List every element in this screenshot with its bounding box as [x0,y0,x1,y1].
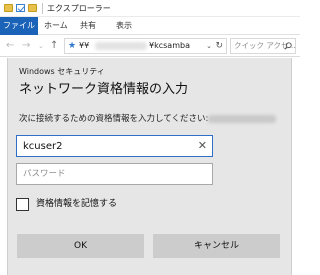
quick-access-star-icon: ★ [68,41,77,51]
username-field[interactable]: ✕ [16,135,213,157]
tab-file[interactable]: ファイル [0,17,38,35]
redacted-target-server [208,115,276,123]
dialog-caption: Windows セキュリティ [19,67,105,76]
dialog-heading: ネットワーク資格情報の入力 [19,82,189,97]
address-path-prefix: ¥¥ [79,41,90,50]
password-input[interactable] [23,166,203,182]
back-arrow-icon[interactable]: ← [6,39,14,53]
navigation-bar: ← → ⌄ ↑ ★ ¥¥ ¥kcsamba ⌄ ↻ クイック アクセ... [0,35,300,57]
address-bar[interactable]: ★ ¥¥ ¥kcsamba ⌄ ↻ [64,38,227,54]
explorer-title-bar: エクスプローラー [0,0,300,17]
remember-checkbox[interactable] [16,198,29,211]
address-dropdown-chevron-icon[interactable]: ⌄ [206,40,212,52]
forward-arrow-icon[interactable]: → [22,39,30,53]
clear-icon[interactable]: ✕ [198,138,207,154]
dialog-instruction: 次に接続するための資格情報を入力してください: [19,114,209,124]
ok-button[interactable]: OK [17,234,144,258]
title-separator [42,3,43,14]
redacted-server-name [95,42,147,50]
recent-locations-chevron-icon[interactable]: ⌄ [38,39,44,53]
tab-home[interactable]: ホーム [44,17,68,35]
new-folder-icon[interactable] [28,4,37,12]
search-icon [284,42,292,50]
refresh-icon[interactable]: ↻ [215,40,223,52]
up-arrow-icon[interactable]: ↑ [50,39,58,53]
tab-share[interactable]: 共有 [80,17,96,35]
remember-label[interactable]: 資格情報を記憶する [36,198,117,211]
address-path-share: ¥kcsamba [149,41,190,50]
ribbon: ファイル ホーム 共有 表示 [0,17,300,35]
tab-view[interactable]: 表示 [116,17,132,35]
window-title: エクスプローラー [47,4,111,13]
search-box[interactable]: クイック アクセ... [230,38,296,54]
password-field[interactable] [16,163,213,185]
folder-icon [4,4,13,12]
credential-dialog: Windows セキュリティ ネットワーク資格情報の入力 次に接続するための資格… [7,58,292,275]
cancel-button[interactable]: キャンセル [153,234,280,258]
properties-check-icon[interactable] [16,4,25,12]
username-input[interactable] [23,138,183,154]
